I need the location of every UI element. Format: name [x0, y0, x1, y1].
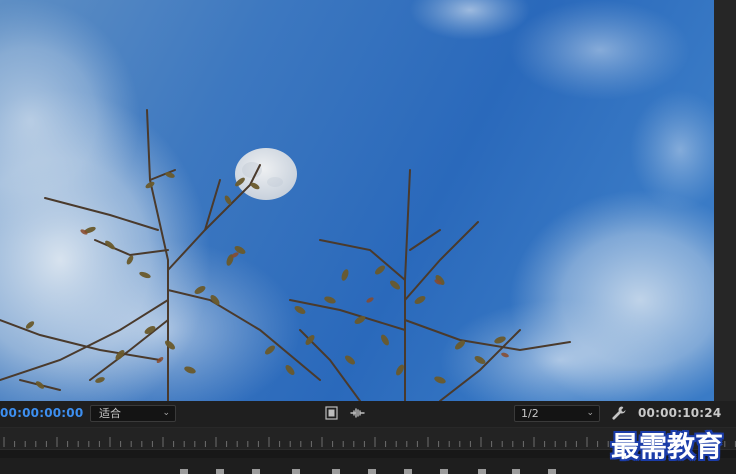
- video-preview[interactable]: [0, 0, 714, 401]
- monitor-side-strip: [714, 0, 736, 401]
- duration-timecode: 00:00:10:24: [638, 406, 722, 420]
- chevron-down-icon: ⌄: [162, 408, 170, 418]
- lift-icon[interactable]: [478, 469, 486, 474]
- playback-resolution-select[interactable]: 1/2 ⌄: [514, 405, 600, 422]
- clear-in-out-icon[interactable]: [252, 469, 260, 474]
- chevron-down-icon: ⌄: [586, 408, 594, 418]
- film-frame-icon[interactable]: [325, 406, 338, 420]
- zoom-level-value: 适合: [99, 407, 121, 420]
- export-frame-icon[interactable]: [548, 469, 556, 474]
- step-back-icon[interactable]: [332, 469, 340, 474]
- monitor-control-bar: 00:00:00:00 适合 ⌄ 1/2 ⌄ 00:00:10:24: [0, 401, 736, 427]
- step-forward-icon[interactable]: [404, 469, 412, 474]
- program-monitor-panel: 00:00:00:00 适合 ⌄ 1/2 ⌄ 00:00:10:24 最需教育: [0, 0, 736, 474]
- current-timecode[interactable]: 00:00:00:00: [0, 406, 83, 420]
- play-icon[interactable]: [368, 469, 376, 474]
- audio-waveform-icon[interactable]: [349, 407, 366, 419]
- go-to-out-icon[interactable]: [440, 469, 448, 474]
- mark-in-icon[interactable]: [180, 469, 188, 474]
- playback-resolution-value: 1/2: [521, 407, 539, 420]
- extract-icon[interactable]: [512, 469, 520, 474]
- go-to-in-icon[interactable]: [292, 469, 300, 474]
- wrench-icon[interactable]: [611, 405, 627, 421]
- video-frame-image: [0, 0, 714, 401]
- zoom-level-select[interactable]: 适合 ⌄: [90, 405, 176, 422]
- mark-out-icon[interactable]: [216, 469, 224, 474]
- watermark-logo: 最需教育: [611, 430, 724, 463]
